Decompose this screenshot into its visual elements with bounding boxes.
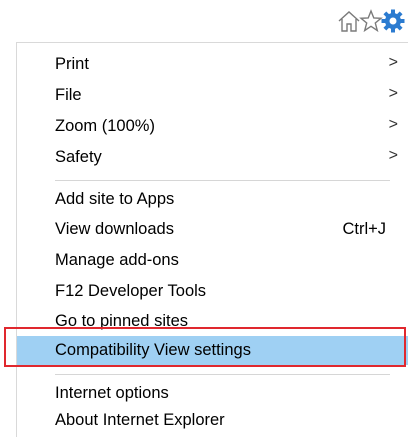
keyboard-shortcut: Ctrl+J [342, 220, 386, 238]
menu-separator [55, 180, 390, 181]
menu-item-about-internet-explorer[interactable]: About Internet Explorer [17, 406, 408, 436]
submenu-arrow-icon: > [388, 147, 398, 164]
annotation-highlight-box [4, 327, 406, 367]
menu-item-label: View downloads [55, 220, 174, 238]
menu-item-f12-developer-tools[interactable]: F12 Developer Tools [17, 277, 408, 307]
menu-item-print[interactable]: Print > [17, 50, 408, 80]
browser-toolbar [0, 0, 409, 42]
menu-item-manage-add-ons[interactable]: Manage add-ons [17, 246, 408, 276]
submenu-arrow-icon: > [388, 85, 398, 102]
menu-item-label: Internet options [55, 384, 169, 402]
menu-separator [55, 374, 390, 375]
menu-item-label: Print [55, 55, 89, 73]
menu-item-file[interactable]: File > [17, 81, 408, 111]
menu-item-label: Safety [55, 148, 102, 166]
menu-item-label: F12 Developer Tools [55, 282, 207, 300]
menu-item-label: About Internet Explorer [55, 411, 225, 429]
menu-item-label: File [55, 86, 82, 104]
menu-item-add-site-to-apps[interactable]: Add site to Apps [17, 185, 408, 215]
submenu-arrow-icon: > [388, 116, 398, 133]
menu-item-zoom[interactable]: Zoom (100%) > [17, 112, 408, 142]
menu-item-view-downloads[interactable]: View downloads Ctrl+J [17, 215, 408, 245]
submenu-arrow-icon: > [388, 54, 398, 71]
menu-item-internet-options[interactable]: Internet options [17, 379, 408, 409]
menu-item-label: Add site to Apps [55, 190, 175, 208]
menu-item-safety[interactable]: Safety > [17, 143, 408, 173]
menu-item-label: Manage add-ons [55, 251, 179, 269]
menu-item-label: Zoom (100%) [55, 117, 155, 135]
gear-icon[interactable] [380, 8, 406, 34]
